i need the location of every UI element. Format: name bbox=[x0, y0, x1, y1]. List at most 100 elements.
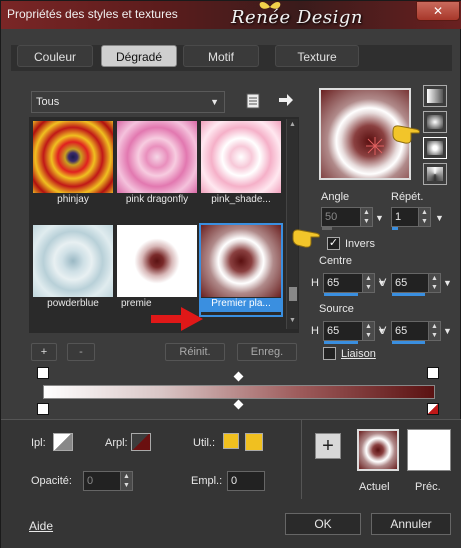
opacity-label: Opacité: bbox=[31, 475, 72, 487]
tab-couleur[interactable]: Couleur bbox=[17, 45, 93, 67]
style-rectangular-button[interactable] bbox=[423, 111, 447, 133]
arpl-swatch[interactable] bbox=[131, 433, 151, 451]
spinner-arrows-icon[interactable]: ▲ ▼ bbox=[428, 274, 440, 292]
source-v-slider[interactable] bbox=[392, 341, 425, 344]
brand-watermark: Renée Design bbox=[231, 7, 364, 28]
add-gradient-button[interactable]: + bbox=[31, 343, 57, 361]
empl-label: Empl.: bbox=[191, 475, 223, 487]
spinner-arrows-icon[interactable]: ▲ ▼ bbox=[360, 208, 372, 226]
thumbnail-image bbox=[117, 225, 197, 297]
red-arrow-icon bbox=[151, 307, 203, 331]
export-arrow-icon[interactable] bbox=[278, 93, 294, 107]
arpl-label: Arpl: bbox=[105, 437, 128, 449]
chevron-down-icon[interactable]: ▼ bbox=[375, 213, 384, 223]
gradient-thumbnail[interactable]: premie bbox=[117, 225, 197, 315]
add-label: + bbox=[40, 346, 48, 358]
tab-motif[interactable]: Motif bbox=[183, 45, 259, 67]
repeat-input[interactable]: 1 ▲ ▼ bbox=[391, 207, 431, 230]
source-h-slider[interactable] bbox=[324, 341, 358, 344]
link-checkbox[interactable] bbox=[323, 347, 336, 360]
spinner-arrows-icon[interactable]: ▲ ▼ bbox=[418, 208, 430, 226]
chevron-down-icon[interactable]: ▼ bbox=[443, 326, 452, 336]
opacity-input[interactable]: 0 ▲ ▼ bbox=[83, 471, 133, 491]
top-stop-marker[interactable] bbox=[427, 367, 439, 379]
angle-slider[interactable] bbox=[322, 227, 332, 230]
title-bar: Propriétés des styles et textures Renée … bbox=[1, 1, 461, 29]
empl-input[interactable]: 0 bbox=[227, 471, 265, 491]
tab-degrade[interactable]: Dégradé bbox=[101, 45, 177, 67]
repeat-slider[interactable] bbox=[392, 227, 398, 230]
invert-label: Invers bbox=[345, 238, 375, 250]
bottom-stop-marker[interactable] bbox=[37, 403, 49, 415]
gradient-thumbnail[interactable]: pink_shade... bbox=[201, 121, 281, 211]
window-title: Propriétés des styles et textures bbox=[7, 7, 178, 21]
help-link[interactable]: Aide bbox=[29, 519, 53, 533]
style-sunburst-button[interactable] bbox=[423, 163, 447, 185]
center-label: Centre bbox=[319, 255, 353, 267]
source-label: Source bbox=[319, 303, 354, 315]
ipl-swatch[interactable] bbox=[53, 433, 73, 451]
ipl-label: Ipl: bbox=[31, 437, 46, 449]
gradient-thumbnail[interactable]: pink dragonfly bbox=[117, 121, 197, 211]
scroll-up-icon[interactable]: ▲ bbox=[289, 121, 296, 128]
scroll-down-icon[interactable]: ▼ bbox=[289, 317, 296, 324]
chevron-down-icon[interactable]: ▼ bbox=[443, 278, 452, 288]
center-v-slider[interactable] bbox=[392, 293, 425, 296]
util-swatch-2[interactable] bbox=[245, 433, 263, 451]
center-cross-icon[interactable] bbox=[365, 136, 385, 156]
add-to-swatches-button[interactable]: + bbox=[315, 433, 341, 459]
center-h-value: 65 bbox=[327, 277, 340, 289]
save-gradient-button[interactable]: Enreg. bbox=[237, 343, 297, 361]
scroll-thumb[interactable] bbox=[289, 287, 297, 301]
chevron-down-icon: ▼ bbox=[210, 97, 219, 107]
spinner-arrows-icon[interactable]: ▲ ▼ bbox=[362, 274, 374, 292]
center-h-label: H bbox=[311, 277, 319, 289]
source-v-input[interactable]: 65 ▲ ▼ bbox=[391, 321, 441, 344]
reset-button[interactable]: Réinit. bbox=[165, 343, 225, 361]
current-label: Actuel bbox=[359, 481, 390, 493]
current-swatch[interactable] bbox=[357, 429, 399, 471]
midpoint-marker[interactable] bbox=[233, 371, 244, 382]
ok-button[interactable]: OK bbox=[285, 513, 361, 535]
tab-bar: Couleur Dégradé Motif Texture bbox=[11, 45, 452, 71]
spinner-arrows-icon[interactable]: ▲ ▼ bbox=[362, 322, 374, 340]
previous-swatch[interactable] bbox=[407, 429, 451, 471]
category-value: Tous bbox=[36, 96, 60, 108]
center-h-slider[interactable] bbox=[324, 293, 358, 296]
style-linear-button[interactable] bbox=[423, 85, 447, 107]
spinner-arrows-icon[interactable]: ▲ ▼ bbox=[120, 472, 132, 490]
repeat-value: 1 bbox=[395, 211, 402, 223]
midpoint-marker[interactable] bbox=[233, 399, 244, 410]
thumbnail-image bbox=[33, 121, 113, 193]
gradient-thumbnail-selected[interactable]: Premier pla... bbox=[199, 223, 283, 317]
thumbnail-caption: phinjay bbox=[57, 194, 89, 205]
angle-value: 50 bbox=[325, 211, 338, 223]
category-select[interactable]: Tous ▼ bbox=[31, 91, 225, 113]
angle-input[interactable]: 50 ▲ ▼ bbox=[321, 207, 373, 230]
grid-scrollbar[interactable]: ▲ ▼ bbox=[286, 119, 298, 329]
center-v-value: 65 bbox=[395, 277, 408, 289]
gradient-grid: phinjay pink dragonfly pink_shade... pow… bbox=[31, 119, 285, 331]
gradient-thumbnail[interactable]: phinjay bbox=[33, 121, 113, 211]
gradient-thumbnail[interactable]: powderblue bbox=[33, 225, 113, 315]
gradient-editor-bar[interactable] bbox=[43, 385, 435, 399]
close-icon: ✕ bbox=[432, 4, 444, 18]
center-v-input[interactable]: 65 ▲ ▼ bbox=[391, 273, 441, 296]
util-swatch-1[interactable] bbox=[223, 433, 239, 449]
spinner-arrows-icon[interactable]: ▲ ▼ bbox=[428, 322, 440, 340]
opacity-value: 0 bbox=[87, 475, 94, 487]
remove-gradient-button[interactable]: - bbox=[67, 343, 95, 361]
chevron-down-icon[interactable]: ▼ bbox=[435, 213, 444, 223]
close-button[interactable]: ✕ bbox=[416, 1, 460, 21]
tab-texture[interactable]: Texture bbox=[275, 45, 359, 67]
style-radial-button[interactable] bbox=[423, 137, 447, 159]
tab-label: Couleur bbox=[33, 50, 77, 64]
save-label: Enreg. bbox=[250, 346, 284, 358]
top-stop-marker[interactable] bbox=[37, 367, 49, 379]
new-gradient-icon[interactable] bbox=[246, 93, 260, 109]
invert-checkbox[interactable]: ✓ bbox=[327, 237, 340, 250]
source-h-input[interactable]: 65 ▲ ▼ bbox=[323, 321, 375, 344]
bottom-stop-marker[interactable] bbox=[427, 403, 439, 415]
cancel-button[interactable]: Annuler bbox=[371, 513, 451, 535]
center-h-input[interactable]: 65 ▲ ▼ bbox=[323, 273, 375, 296]
